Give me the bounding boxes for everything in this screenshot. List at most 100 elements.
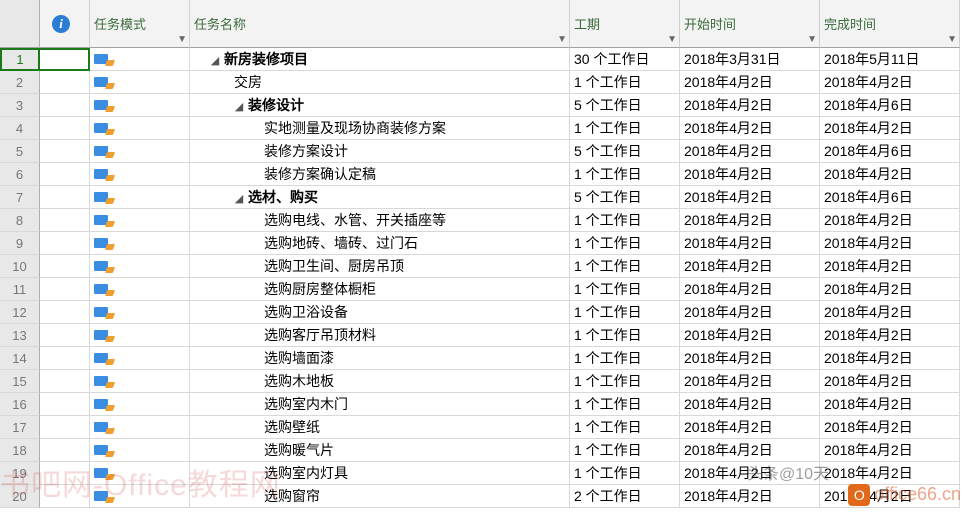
duration-cell[interactable]: 5 个工作日: [570, 186, 680, 209]
start-date-cell[interactable]: 2018年4月2日: [680, 94, 820, 117]
task-mode-cell[interactable]: [90, 370, 190, 393]
finish-date-cell[interactable]: 2018年4月2日: [820, 117, 960, 140]
header-indicators[interactable]: i: [40, 0, 90, 48]
finish-date-cell[interactable]: 2018年4月2日: [820, 163, 960, 186]
indicator-cell[interactable]: [40, 117, 90, 140]
indicator-cell[interactable]: [40, 485, 90, 508]
row-number[interactable]: 14: [0, 347, 40, 370]
task-name-cell[interactable]: 选购墙面漆: [190, 347, 570, 370]
finish-date-cell[interactable]: 2018年4月2日: [820, 439, 960, 462]
start-date-cell[interactable]: 2018年4月2日: [680, 209, 820, 232]
start-date-cell[interactable]: 2018年4月2日: [680, 232, 820, 255]
duration-cell[interactable]: 1 个工作日: [570, 163, 680, 186]
duration-cell[interactable]: 1 个工作日: [570, 416, 680, 439]
task-mode-cell[interactable]: [90, 485, 190, 508]
row-number[interactable]: 11: [0, 278, 40, 301]
header-duration[interactable]: 工期 ▼: [570, 0, 680, 48]
finish-date-cell[interactable]: 2018年4月2日: [820, 370, 960, 393]
indicator-cell[interactable]: [40, 48, 90, 71]
task-name-cell[interactable]: 交房: [190, 71, 570, 94]
task-mode-cell[interactable]: [90, 232, 190, 255]
duration-cell[interactable]: 1 个工作日: [570, 71, 680, 94]
indicator-cell[interactable]: [40, 416, 90, 439]
start-date-cell[interactable]: 2018年4月2日: [680, 462, 820, 485]
duration-cell[interactable]: 30 个工作日: [570, 48, 680, 71]
task-mode-cell[interactable]: [90, 48, 190, 71]
start-date-cell[interactable]: 2018年4月2日: [680, 140, 820, 163]
row-number[interactable]: 17: [0, 416, 40, 439]
indicator-cell[interactable]: [40, 278, 90, 301]
task-name-cell[interactable]: ◢新房装修项目: [190, 48, 570, 71]
task-name-cell[interactable]: 选购卫浴设备: [190, 301, 570, 324]
row-number[interactable]: 13: [0, 324, 40, 347]
row-number[interactable]: 16: [0, 393, 40, 416]
finish-date-cell[interactable]: 2018年5月11日: [820, 48, 960, 71]
task-mode-cell[interactable]: [90, 416, 190, 439]
row-number[interactable]: 5: [0, 140, 40, 163]
task-mode-cell[interactable]: [90, 347, 190, 370]
task-name-cell[interactable]: ◢选材、购买: [190, 186, 570, 209]
task-name-cell[interactable]: 选购暖气片: [190, 439, 570, 462]
row-number[interactable]: 9: [0, 232, 40, 255]
duration-cell[interactable]: 1 个工作日: [570, 255, 680, 278]
indicator-cell[interactable]: [40, 94, 90, 117]
start-date-cell[interactable]: 2018年3月31日: [680, 48, 820, 71]
indicator-cell[interactable]: [40, 71, 90, 94]
indicator-cell[interactable]: [40, 462, 90, 485]
task-name-cell[interactable]: ◢装修设计: [190, 94, 570, 117]
indicator-cell[interactable]: [40, 163, 90, 186]
indicator-cell[interactable]: [40, 140, 90, 163]
collapse-toggle-icon[interactable]: ◢: [210, 54, 220, 67]
start-date-cell[interactable]: 2018年4月2日: [680, 117, 820, 140]
duration-cell[interactable]: 5 个工作日: [570, 94, 680, 117]
finish-date-cell[interactable]: 2018年4月2日: [820, 416, 960, 439]
task-name-cell[interactable]: 选购室内木门: [190, 393, 570, 416]
row-number[interactable]: 15: [0, 370, 40, 393]
finish-date-cell[interactable]: 2018年4月2日: [820, 301, 960, 324]
indicator-cell[interactable]: [40, 324, 90, 347]
finish-date-cell[interactable]: 2018年4月6日: [820, 186, 960, 209]
task-name-cell[interactable]: 选购电线、水管、开关插座等: [190, 209, 570, 232]
task-name-cell[interactable]: 选购壁纸: [190, 416, 570, 439]
collapse-toggle-icon[interactable]: ◢: [234, 192, 244, 205]
task-mode-cell[interactable]: [90, 278, 190, 301]
start-date-cell[interactable]: 2018年4月2日: [680, 255, 820, 278]
task-name-cell[interactable]: 实地测量及现场协商装修方案: [190, 117, 570, 140]
task-name-cell[interactable]: 选购客厅吊顶材料: [190, 324, 570, 347]
chevron-down-icon[interactable]: ▼: [947, 34, 957, 45]
indicator-cell[interactable]: [40, 209, 90, 232]
task-mode-cell[interactable]: [90, 117, 190, 140]
task-mode-cell[interactable]: [90, 439, 190, 462]
task-mode-cell[interactable]: [90, 462, 190, 485]
start-date-cell[interactable]: 2018年4月2日: [680, 278, 820, 301]
start-date-cell[interactable]: 2018年4月2日: [680, 186, 820, 209]
duration-cell[interactable]: 1 个工作日: [570, 324, 680, 347]
row-number[interactable]: 4: [0, 117, 40, 140]
task-name-cell[interactable]: 选购卫生间、厨房吊顶: [190, 255, 570, 278]
indicator-cell[interactable]: [40, 255, 90, 278]
finish-date-cell[interactable]: 2018年4月2日: [820, 255, 960, 278]
finish-date-cell[interactable]: 2018年4月2日: [820, 232, 960, 255]
header-task-name[interactable]: 任务名称 ▼: [190, 0, 570, 48]
row-number[interactable]: 2: [0, 71, 40, 94]
finish-date-cell[interactable]: 2018年4月2日: [820, 462, 960, 485]
task-name-cell[interactable]: 选购地砖、墙砖、过门石: [190, 232, 570, 255]
start-date-cell[interactable]: 2018年4月2日: [680, 163, 820, 186]
finish-date-cell[interactable]: 2018年4月6日: [820, 94, 960, 117]
task-name-cell[interactable]: 装修方案设计: [190, 140, 570, 163]
task-mode-cell[interactable]: [90, 94, 190, 117]
chevron-down-icon[interactable]: ▼: [177, 34, 187, 45]
indicator-cell[interactable]: [40, 301, 90, 324]
task-mode-cell[interactable]: [90, 301, 190, 324]
start-date-cell[interactable]: 2018年4月2日: [680, 324, 820, 347]
collapse-toggle-icon[interactable]: ◢: [234, 100, 244, 113]
duration-cell[interactable]: 1 个工作日: [570, 117, 680, 140]
duration-cell[interactable]: 1 个工作日: [570, 347, 680, 370]
task-grid[interactable]: i 任务模式 ▼ 任务名称 ▼ 工期 ▼ 开始时间 ▼ 完成时间 ▼ 1◢新房装…: [0, 0, 969, 508]
header-finish[interactable]: 完成时间 ▼: [820, 0, 960, 48]
chevron-down-icon[interactable]: ▼: [807, 34, 817, 45]
start-date-cell[interactable]: 2018年4月2日: [680, 301, 820, 324]
indicator-cell[interactable]: [40, 347, 90, 370]
duration-cell[interactable]: 1 个工作日: [570, 370, 680, 393]
finish-date-cell[interactable]: 2018年4月2日: [820, 485, 960, 508]
